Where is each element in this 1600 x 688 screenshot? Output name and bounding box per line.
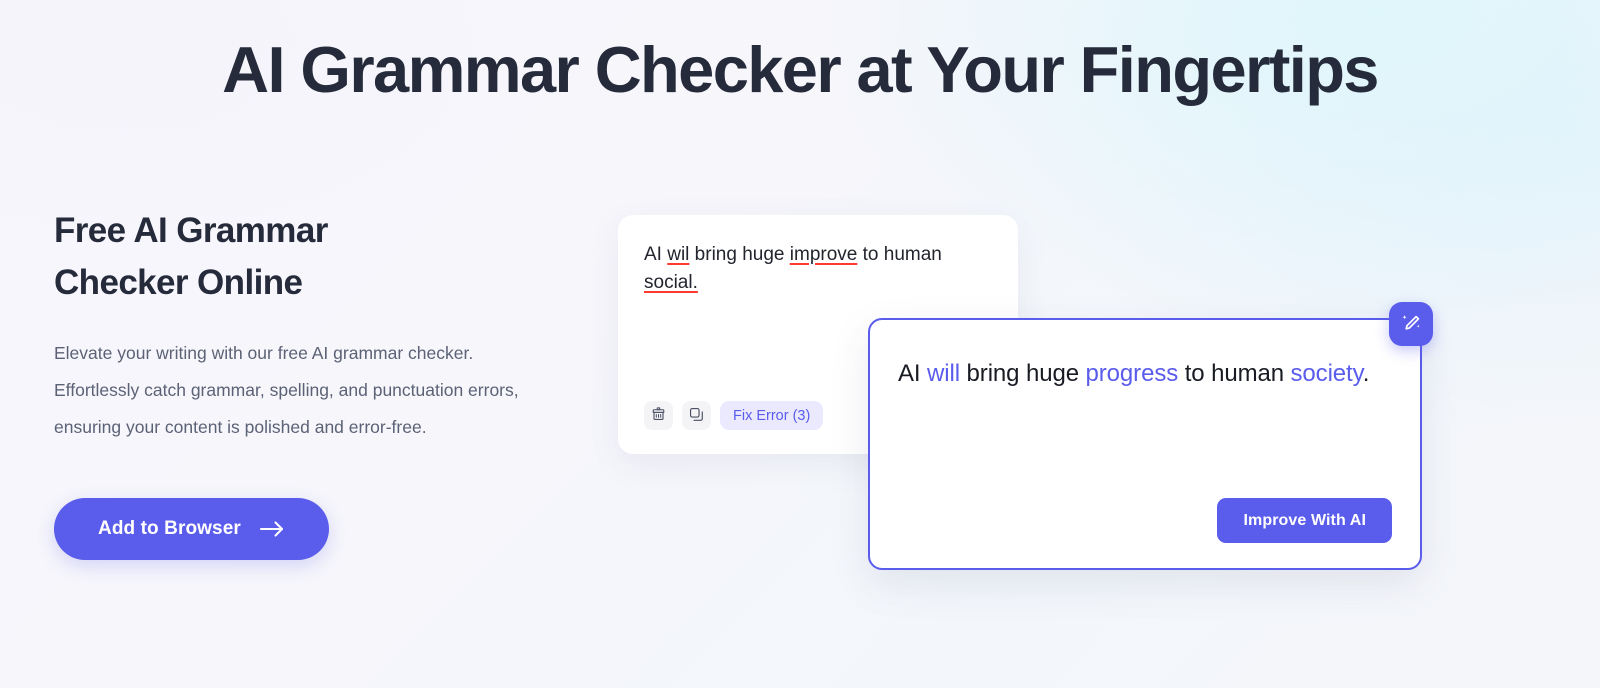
suggestion-highlight-will: will	[927, 360, 960, 387]
section-description: Elevate your writing with our free AI gr…	[54, 343, 519, 437]
editor-card-text[interactable]: AI wil bring huge improve to human socia…	[644, 241, 992, 297]
text-segment-1: AI	[644, 244, 668, 265]
suggestion-highlight-society: society	[1290, 360, 1363, 387]
copy-icon	[688, 406, 705, 426]
editor-toolbar: Fix Error (3)	[644, 401, 824, 430]
magic-pencil-icon[interactable]	[1389, 302, 1433, 346]
suggestion-card[interactable]: AI will bring huge progress to human soc…	[868, 302, 1433, 570]
section-title-line-2: Checker Online	[54, 263, 303, 302]
grammar-error-social[interactable]: social.	[644, 272, 698, 293]
page-title: AI Grammar Checker at Your Fingertips	[222, 33, 1379, 106]
suggestion-segment-4: .	[1362, 360, 1370, 387]
grammar-error-wil[interactable]: wil	[667, 244, 689, 265]
improve-with-ai-button[interactable]: Improve With AI	[1217, 498, 1392, 543]
suggestion-segment-2: bring huge	[959, 360, 1086, 387]
page-root: AI Grammar Checker at Your Fingertips Fr…	[0, 0, 1600, 688]
suggestion-segment-1: AI	[898, 360, 928, 387]
copy-text-button[interactable]	[682, 401, 711, 430]
suggestion-highlight-progress: progress	[1085, 360, 1179, 387]
arrow-right-icon	[259, 520, 285, 538]
add-to-browser-button[interactable]: Add to Browser	[54, 498, 329, 560]
fix-error-button[interactable]: Fix Error (3)	[720, 401, 824, 430]
add-to-browser-label: Add to Browser	[98, 518, 241, 539]
text-segment-3: to human	[857, 244, 942, 265]
text-segment-2: bring huge	[689, 244, 790, 265]
suggestion-card-text: AI will bring huge progress to human soc…	[898, 352, 1390, 396]
left-content-column: Free AI Grammar Checker Online Elevate y…	[54, 205, 574, 560]
improve-with-ai-label: Improve With AI	[1243, 511, 1366, 529]
grammar-error-improve[interactable]: improve	[790, 244, 858, 265]
brush-icon	[650, 406, 667, 426]
clean-text-button[interactable]	[644, 401, 673, 430]
suggestion-segment-3: to human	[1178, 360, 1291, 387]
section-title-line-1: Free AI Grammar	[54, 211, 328, 250]
section-title: Free AI Grammar Checker Online	[54, 205, 574, 309]
fix-error-label: Fix Error (3)	[733, 407, 811, 424]
